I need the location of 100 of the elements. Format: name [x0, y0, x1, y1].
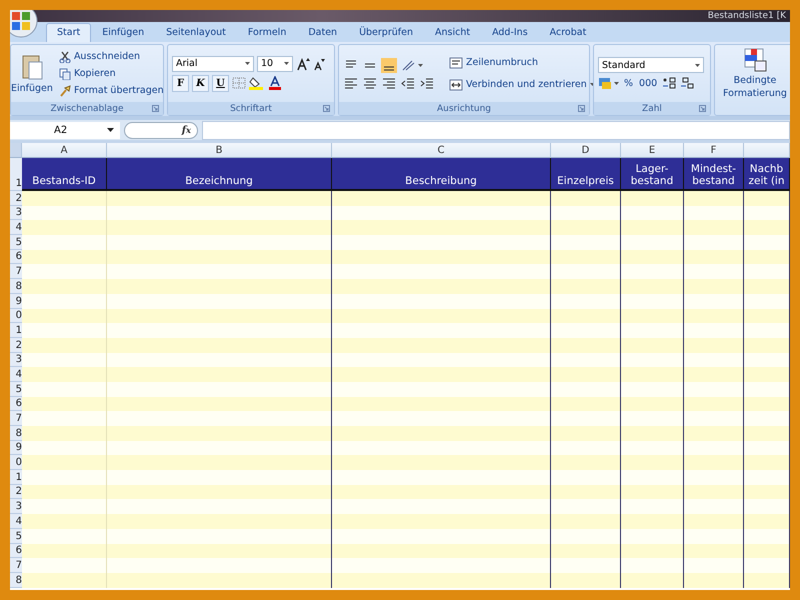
grow-font-icon[interactable]	[296, 56, 310, 70]
table-cell[interactable]	[107, 308, 332, 324]
text-orientation-icon[interactable]	[400, 58, 424, 72]
dialog-launcher-icon[interactable]	[699, 105, 706, 112]
table-cell[interactable]	[107, 206, 332, 220]
thousands-button[interactable]: 000	[637, 76, 660, 90]
table-cell[interactable]	[744, 338, 790, 353]
row-header[interactable]: 6	[10, 396, 22, 412]
table-cell[interactable]	[332, 528, 551, 544]
table-cell[interactable]	[621, 279, 684, 294]
table-cell[interactable]	[332, 484, 551, 500]
row-header[interactable]: 3	[10, 206, 22, 220]
table-cell[interactable]	[107, 264, 332, 280]
table-cell[interactable]	[684, 396, 744, 412]
table-cell[interactable]	[332, 294, 551, 308]
table-cell[interactable]	[621, 528, 684, 544]
table-cell[interactable]	[621, 264, 684, 280]
table-cell[interactable]	[107, 440, 332, 456]
table-cell[interactable]	[551, 191, 621, 206]
table-cell[interactable]	[332, 572, 551, 588]
table-cell[interactable]	[684, 191, 744, 206]
table-cell[interactable]	[332, 250, 551, 264]
table-cell[interactable]	[684, 338, 744, 353]
table-cell[interactable]	[684, 220, 744, 236]
table-cell[interactable]	[332, 279, 551, 294]
table-cell[interactable]	[684, 426, 744, 441]
table-cell[interactable]	[107, 499, 332, 514]
row-header[interactable]: 9	[10, 294, 22, 308]
row-header[interactable]: 4	[10, 220, 22, 236]
table-cell[interactable]	[332, 382, 551, 397]
fill-color-icon[interactable]	[249, 76, 265, 90]
ribbon-tab[interactable]: Formeln	[236, 23, 298, 42]
table-cell[interactable]	[684, 484, 744, 500]
column-header[interactable]: F	[684, 143, 744, 158]
table-cell[interactable]	[332, 396, 551, 412]
table-cell[interactable]	[107, 572, 332, 588]
table-cell[interactable]	[744, 191, 790, 206]
table-cell[interactable]	[684, 206, 744, 220]
table-cell[interactable]	[621, 235, 684, 250]
dialog-launcher-icon[interactable]	[152, 105, 159, 112]
row-header[interactable]: 0	[10, 308, 22, 324]
table-cell[interactable]	[107, 528, 332, 544]
shrink-font-icon[interactable]	[313, 56, 325, 70]
column-header[interactable]: C	[332, 143, 551, 158]
table-cell[interactable]	[684, 528, 744, 544]
table-cell[interactable]	[684, 572, 744, 588]
table-cell[interactable]	[744, 323, 790, 338]
table-cell[interactable]	[684, 499, 744, 514]
table-cell[interactable]	[107, 323, 332, 338]
row-header[interactable]: 1	[10, 158, 22, 191]
table-cell[interactable]	[332, 338, 551, 353]
table-cell[interactable]	[107, 426, 332, 441]
ribbon-button[interactable]: Ausschneiden	[56, 50, 166, 64]
table-cell[interactable]	[332, 220, 551, 236]
table-cell[interactable]	[621, 191, 684, 206]
table-cell[interactable]	[332, 499, 551, 514]
table-cell[interactable]	[684, 470, 744, 485]
table-cell[interactable]	[684, 367, 744, 382]
row-header[interactable]: 9	[10, 440, 22, 456]
row-header[interactable]: 5	[10, 235, 22, 250]
table-cell[interactable]	[107, 352, 332, 368]
table-cell[interactable]	[744, 484, 790, 500]
table-cell[interactable]	[107, 484, 332, 500]
table-cell[interactable]	[684, 382, 744, 397]
paste-button[interactable]: Einfügen	[11, 53, 53, 94]
table-cell[interactable]	[551, 308, 621, 324]
table-cell[interactable]	[551, 470, 621, 485]
table-cell[interactable]	[684, 250, 744, 264]
column-header[interactable]: B	[107, 143, 332, 158]
bold-button[interactable]: F	[172, 74, 189, 92]
table-cell[interactable]	[744, 367, 790, 382]
table-cell[interactable]	[551, 220, 621, 236]
increase-indent-icon[interactable]	[419, 76, 435, 90]
table-cell[interactable]	[332, 411, 551, 426]
table-cell[interactable]	[332, 352, 551, 368]
table-cell[interactable]	[684, 558, 744, 573]
table-cell[interactable]	[744, 455, 790, 470]
decrease-indent-icon[interactable]	[400, 76, 416, 90]
table-cell[interactable]	[551, 440, 621, 456]
table-cell[interactable]	[332, 440, 551, 456]
table-cell[interactable]	[621, 206, 684, 220]
row-header[interactable]: 8	[10, 279, 22, 294]
table-cell[interactable]	[551, 279, 621, 294]
table-cell[interactable]	[744, 396, 790, 412]
table-cell[interactable]	[744, 308, 790, 324]
table-cell[interactable]	[107, 396, 332, 412]
increase-decimal-icon[interactable]	[661, 76, 678, 90]
table-cell[interactable]	[107, 558, 332, 573]
column-header[interactable]: A	[22, 143, 107, 158]
table-cell[interactable]	[551, 294, 621, 308]
table-cell[interactable]	[744, 470, 790, 485]
table-cell[interactable]	[744, 440, 790, 456]
row-header[interactable]: 7	[10, 411, 22, 426]
table-cell[interactable]	[744, 206, 790, 220]
table-cell[interactable]	[684, 235, 744, 250]
table-cell[interactable]	[621, 250, 684, 264]
table-cell[interactable]	[621, 558, 684, 573]
column-header[interactable]: D	[551, 143, 621, 158]
table-cell[interactable]	[107, 514, 332, 529]
table-cell[interactable]	[744, 528, 790, 544]
